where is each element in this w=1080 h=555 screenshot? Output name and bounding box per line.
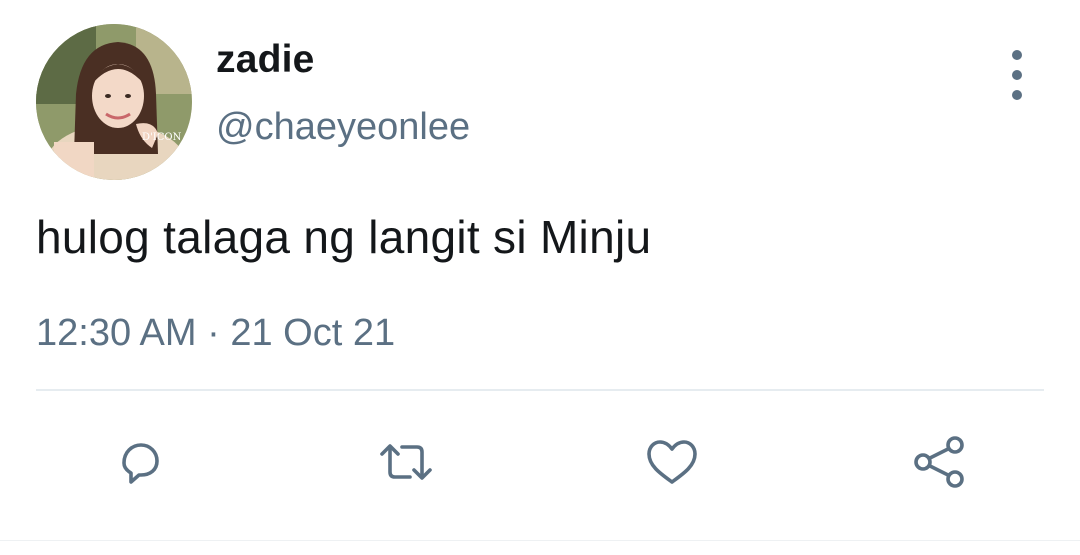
like-button[interactable]: [640, 430, 704, 494]
share-icon: [914, 436, 964, 488]
bottom-divider: [0, 540, 1080, 541]
avatar-photo: D'ICON: [36, 24, 192, 180]
more-dot-icon: [1012, 70, 1022, 80]
tweet-text: hulog talaga ng langit si Minju: [36, 211, 652, 263]
reply-button[interactable]: [108, 430, 172, 494]
avatar-watermark: D'ICON: [142, 132, 182, 143]
retweet-button[interactable]: [374, 430, 438, 494]
divider: [36, 389, 1044, 391]
display-name[interactable]: zadie: [216, 38, 315, 82]
avatar[interactable]: D'ICON: [36, 24, 192, 180]
tweet-timestamp[interactable]: 12:30 AM · 21 Oct 21: [36, 312, 395, 355]
tweet-card: D'ICON zadie @chaeyeonlee hulog talaga n…: [0, 0, 1080, 555]
heart-icon: [647, 440, 697, 484]
reply-icon: [122, 443, 159, 484]
more-options-button[interactable]: [1000, 50, 1034, 100]
user-handle[interactable]: @chaeyeonlee: [216, 106, 470, 149]
share-button[interactable]: [908, 430, 972, 494]
more-dot-icon: [1012, 90, 1022, 100]
retweet-icon: [380, 444, 432, 480]
more-dot-icon: [1012, 50, 1022, 60]
